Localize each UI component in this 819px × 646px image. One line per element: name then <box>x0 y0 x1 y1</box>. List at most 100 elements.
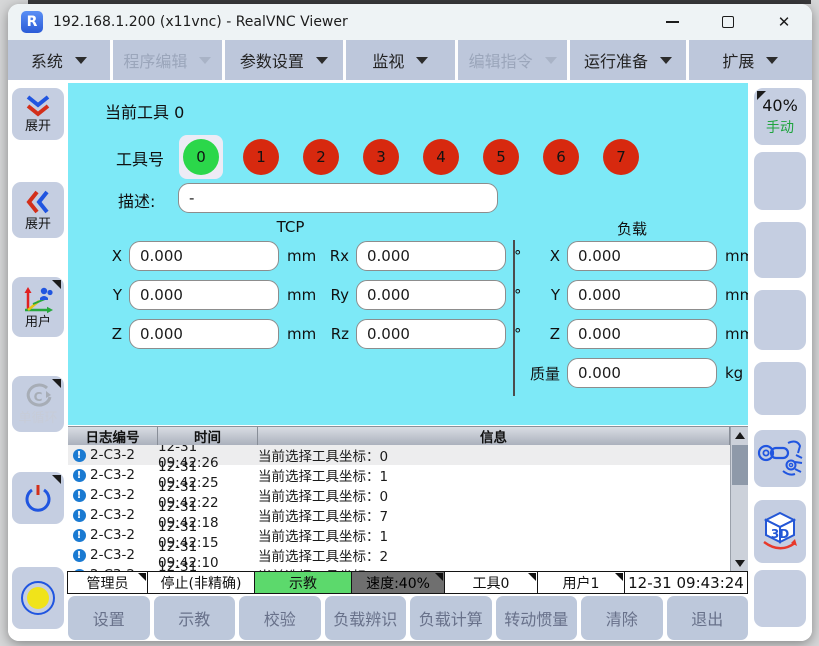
right-toolbar-button-4[interactable] <box>754 290 806 350</box>
chevron-down-icon <box>545 57 557 64</box>
tool-1-button[interactable]: 1 <box>239 135 283 179</box>
svg-text:C: C <box>34 390 43 404</box>
axis-label: Z <box>516 325 560 343</box>
teach-button[interactable]: 示教 <box>154 596 236 640</box>
speed-status[interactable]: 速度:40% <box>351 571 445 594</box>
tcp-rz-input[interactable]: 0.000 <box>356 319 506 349</box>
log-message: 当前选择工具坐标：1 <box>258 525 748 545</box>
user-frame-button[interactable]: 用户 <box>12 277 64 337</box>
settings-button[interactable]: 设置 <box>68 596 150 640</box>
single-cycle-button[interactable]: C 单循环 <box>12 376 64 432</box>
maximize-icon <box>722 16 734 28</box>
unit-label: mm <box>717 247 747 265</box>
expand-left-button[interactable]: 展开 <box>12 182 64 238</box>
maximize-button[interactable] <box>700 4 756 40</box>
right-toolbar-button-3[interactable] <box>754 222 806 278</box>
tcp-z-input[interactable]: 0.000 <box>129 319 279 349</box>
unit-label: mm <box>717 286 747 304</box>
chevron-down-icon <box>199 57 211 64</box>
menu-system[interactable]: 系统 <box>8 40 110 80</box>
clear-button[interactable]: 清除 <box>581 596 663 640</box>
close-icon: ✕ <box>778 13 791 31</box>
tool-circle: 4 <box>423 139 459 175</box>
tool-status[interactable]: 工具0 <box>444 571 538 594</box>
load-x-input[interactable]: 0.000 <box>567 241 717 271</box>
tool-4-button[interactable]: 4 <box>419 135 463 179</box>
tool-circle: 1 <box>243 139 279 175</box>
menu-edit-instruction[interactable]: 编辑指令 <box>458 40 567 80</box>
tcp-y-input[interactable]: 0.000 <box>129 280 279 310</box>
drag-teach-button[interactable] <box>754 430 806 487</box>
tool-number-selector: 0 1 2 3 4 5 6 7 <box>179 135 643 179</box>
load-identify-button[interactable]: 负载辨识 <box>325 596 407 640</box>
log-table-body: 2-C3-2 12-31 09:42:26 当前选择工具坐标：0 2-C3-2 … <box>68 445 748 571</box>
single-cycle-label: 单循环 <box>18 412 57 426</box>
load-y-input[interactable]: 0.000 <box>567 280 717 310</box>
desktop-background: R 192.168.1.200 (x11vnc) - RealVNC Viewe… <box>0 0 819 646</box>
tcp-ry-input[interactable]: 0.000 <box>356 280 506 310</box>
power-icon <box>21 482 55 514</box>
scrollbar-thumb[interactable] <box>732 445 748 485</box>
tcp-rx-input[interactable]: 0.000 <box>356 241 506 271</box>
bottom-button-bar: 设置 示教 校验 负载辨识 负载计算 转动惯量 清除 退出 <box>68 596 748 640</box>
exit-button[interactable]: 退出 <box>667 596 749 640</box>
tool-2-button[interactable]: 2 <box>299 135 343 179</box>
power-button[interactable] <box>12 472 64 524</box>
scroll-up-button[interactable] <box>731 427 749 443</box>
load-section-title: 负载 <box>518 218 746 239</box>
log-table-header: 日志编号 时间 信息 <box>68 427 748 445</box>
tcp-section-title: TCP <box>68 218 513 236</box>
minimize-button[interactable] <box>644 4 700 40</box>
datetime-status: 12-31 09:43:24 <box>624 571 748 594</box>
user-role-status[interactable]: 管理员 <box>67 571 148 594</box>
tool-3-button[interactable]: 3 <box>359 135 403 179</box>
left-toolbar: 展开 展开 <box>8 80 68 641</box>
manual-mode-label: 手动 <box>766 117 794 137</box>
load-calculate-button[interactable]: 负载计算 <box>410 596 492 640</box>
axis-label: Rz <box>319 325 349 343</box>
menu-parameter-settings[interactable]: 参数设置 <box>225 40 343 80</box>
tool-7-button[interactable]: 7 <box>599 135 643 179</box>
right-toolbar-button-2[interactable] <box>754 152 806 210</box>
right-toolbar-button-5[interactable] <box>754 362 806 415</box>
double-chevron-down-icon <box>23 94 53 118</box>
window-title: 192.168.1.200 (x11vnc) - RealVNC Viewer <box>53 14 348 30</box>
speed-mode-button[interactable]: 40% 手动 <box>754 88 806 145</box>
menu-program-edit[interactable]: 程序编辑 <box>113 40 222 80</box>
tool-circle: 6 <box>543 139 579 175</box>
3d-cube-icon: 3D <box>757 509 803 555</box>
axis-label: X <box>516 247 560 265</box>
log-id: 2-C3-2 <box>90 527 158 543</box>
menu-label: 系统 <box>31 48 63 72</box>
verify-button[interactable]: 校验 <box>239 596 321 640</box>
load-z-input[interactable]: 0.000 <box>567 319 717 349</box>
unit-label: mm <box>279 325 319 343</box>
expand-down-button[interactable]: 展开 <box>12 88 64 140</box>
user-frame-status[interactable]: 用户1 <box>537 571 625 594</box>
tcp-row-y: Y 0.000 mm Ry 0.000 ° <box>106 280 522 310</box>
tcp-x-input[interactable]: 0.000 <box>129 241 279 271</box>
menu-monitor[interactable]: 监视 <box>346 40 455 80</box>
arrow-up-icon <box>735 432 745 439</box>
description-input[interactable]: - <box>178 183 498 213</box>
close-button[interactable]: ✕ <box>756 4 812 40</box>
menu-run-prepare[interactable]: 运行准备 <box>570 40 686 80</box>
log-scrollbar[interactable] <box>730 427 748 571</box>
right-toolbar-button-8[interactable] <box>754 570 806 627</box>
current-tool-label: 当前工具 0 <box>105 99 184 123</box>
menu-extension[interactable]: 扩展 <box>689 40 812 80</box>
user-label: 用户 <box>25 316 51 330</box>
log-table: 日志编号 时间 信息 2-C3-2 12-31 09:42:26 当前选择工具坐… <box>68 426 748 570</box>
view-3d-button[interactable]: 3D <box>754 500 806 563</box>
tool-0-button[interactable]: 0 <box>179 135 223 179</box>
scroll-down-button[interactable] <box>731 555 749 571</box>
log-id: 2-C3-2 <box>90 487 158 503</box>
status-indicator-button[interactable] <box>12 567 64 629</box>
title-bar: R 192.168.1.200 (x11vnc) - RealVNC Viewe… <box>8 4 812 40</box>
tool-5-button[interactable]: 5 <box>479 135 523 179</box>
tool-6-button[interactable]: 6 <box>539 135 583 179</box>
inertia-button[interactable]: 转动惯量 <box>496 596 578 640</box>
info-icon <box>73 549 86 562</box>
load-mass-input[interactable]: 0.000 <box>567 358 717 388</box>
chevron-down-icon <box>416 57 428 64</box>
